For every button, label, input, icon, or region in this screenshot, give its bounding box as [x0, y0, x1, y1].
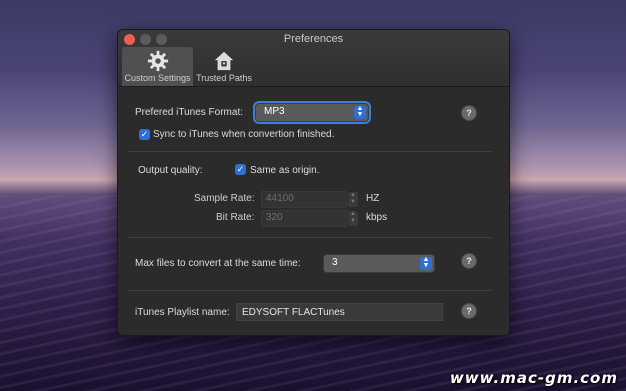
sample-rate-field: 44100 ▲ ▼: [261, 191, 358, 208]
playlist-name-field[interactable]: [236, 303, 443, 321]
tab-custom-settings-label: Custom Settings: [124, 73, 191, 83]
tab-custom-settings[interactable]: Custom Settings: [122, 47, 193, 86]
gear-icon: [147, 50, 168, 72]
sample-rate-value: 44100: [266, 193, 294, 204]
itunes-format-value: MP3: [264, 106, 285, 117]
playlist-name-input[interactable]: [237, 304, 442, 320]
max-files-select[interactable]: 3 ▲ ▼: [323, 254, 435, 273]
bit-rate-value: 320: [266, 212, 283, 223]
preferences-window: Preferences Custom Settings Trusted Path…: [117, 29, 510, 336]
output-quality-label: Output quality:: [138, 165, 203, 176]
same-as-origin-label: Same as origin.: [250, 165, 320, 176]
divider: [128, 290, 492, 291]
bit-rate-label: Bit Rate:: [216, 212, 255, 223]
help-format-button[interactable]: ?: [461, 105, 477, 121]
max-files-label: Max files to convert at the same time:: [135, 258, 301, 269]
sync-itunes-checkbox[interactable]: ✓: [139, 129, 150, 140]
tab-trusted-paths-label: Trusted Paths: [196, 73, 252, 83]
window-title: Preferences: [283, 33, 344, 45]
itunes-format-label: Prefered iTunes Format:: [135, 107, 244, 118]
playlist-name-label: iTunes Playlist name:: [135, 307, 230, 318]
divider: [128, 237, 492, 238]
sync-itunes-label: Sync to iTunes when convertion finished.: [153, 129, 335, 140]
sample-rate-unit: HZ: [366, 193, 380, 204]
max-files-value: 3: [332, 257, 338, 268]
divider: [128, 151, 492, 152]
settings-panel: Prefered iTunes Format: MP3 ▲ ▼ ? ✓ Sync …: [118, 87, 509, 335]
tab-trusted-paths[interactable]: Trusted Paths: [194, 47, 254, 86]
sample-rate-label: Sample Rate:: [194, 193, 255, 204]
help-playlist-button[interactable]: ?: [461, 303, 477, 319]
itunes-format-select[interactable]: MP3 ▲ ▼: [255, 103, 369, 122]
house-lock-icon: [214, 51, 234, 71]
bit-rate-field: 320 ▲ ▼: [261, 210, 358, 227]
bit-rate-stepper: ▲ ▼: [348, 211, 358, 226]
same-as-origin-checkbox[interactable]: ✓: [235, 164, 246, 175]
chevron-updown-icon: ▲ ▼: [420, 256, 432, 270]
chevron-updown-icon: ▲ ▼: [354, 105, 366, 119]
watermark-text: www.mac-gm.com: [449, 369, 618, 387]
title-bar: Preferences Custom Settings Trusted Path…: [118, 30, 509, 87]
bit-rate-unit: kbps: [366, 212, 388, 223]
help-max-files-button[interactable]: ?: [461, 253, 477, 269]
sample-rate-stepper: ▲ ▼: [348, 192, 358, 207]
